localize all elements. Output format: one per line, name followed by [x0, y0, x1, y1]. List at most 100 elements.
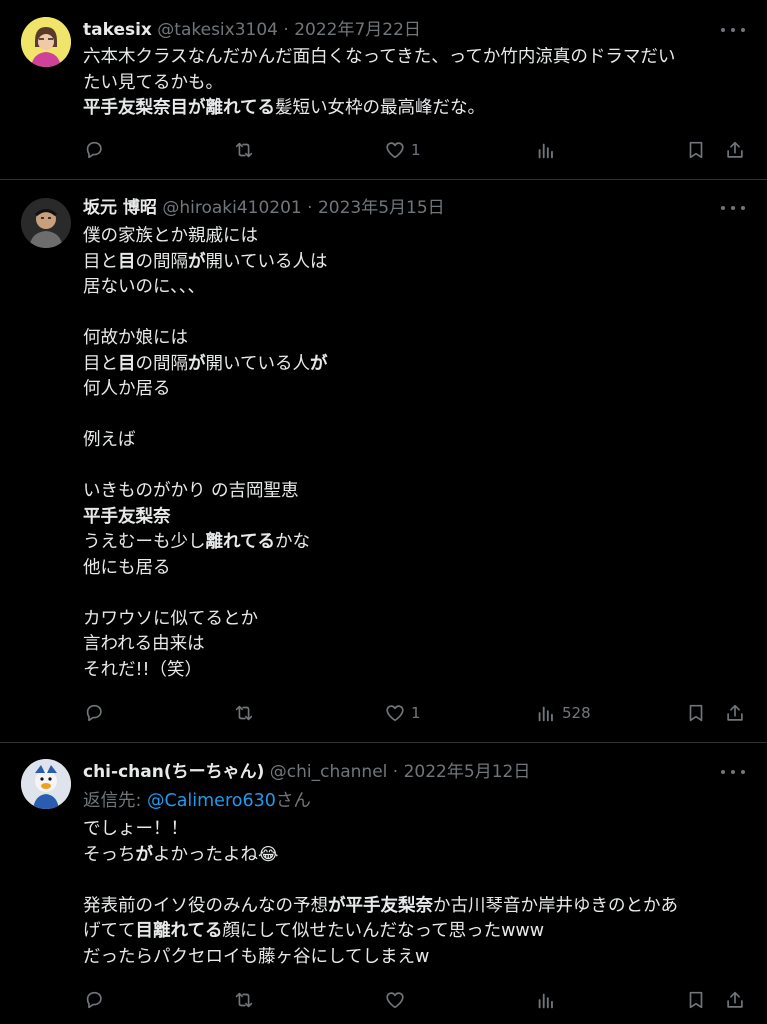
tweet[interactable]: 坂元 博昭 @hiroaki410201 · 2023年5月15日 僕の家族とか…	[0, 180, 767, 743]
views-button[interactable]	[535, 138, 557, 162]
reply-icon	[83, 989, 105, 1011]
tweet-text: でしょー！！ そっちがよかったよね😂 発表前のイソ役のみんなの予想が平手友梨奈か古川…	[83, 817, 745, 970]
bookmark-icon	[685, 702, 707, 724]
text-segment: 開いている人は	[205, 251, 328, 272]
bookmark-icon	[685, 139, 707, 161]
tweet-date[interactable]: 2023年5月15日	[318, 198, 445, 218]
user-handle[interactable]: @chi_channel	[270, 762, 388, 782]
views-button[interactable]: 528	[535, 701, 591, 725]
text-segment: 目と	[83, 353, 118, 374]
text-line: 何故か娘には	[83, 326, 745, 352]
like-button[interactable]: 1	[384, 138, 421, 162]
text-line: 六本木クラスなんだかんだ面白くなってきた、ってか竹内涼真のドラマだい	[83, 45, 745, 71]
avatar[interactable]	[21, 198, 71, 248]
heart-icon	[384, 989, 406, 1011]
user-handle[interactable]: @takesix3104	[157, 20, 278, 40]
share-icon	[724, 989, 746, 1011]
highlighted-text: 目離れてる	[135, 921, 223, 941]
text-line: でしょー！！	[83, 817, 745, 843]
text-segment: 居ないのに、、、	[83, 277, 205, 297]
text-segment: 言われる由来は	[83, 634, 205, 654]
more-icon[interactable]	[721, 764, 745, 780]
text-segment: でしょー！！	[83, 819, 188, 839]
text-segment: の間隔	[135, 353, 189, 374]
reply-to: 返信先: @Calimero630さん	[83, 791, 311, 811]
highlighted-text: が	[188, 251, 206, 272]
text-line: そっちがよかったよね😂	[83, 843, 745, 869]
highlighted-text: が平手友梨奈	[328, 895, 433, 916]
text-segment: よかったよね😂	[153, 844, 279, 865]
action-bar: 1 528	[83, 701, 745, 725]
like-button[interactable]: 1	[384, 701, 421, 725]
text-segment: 何故か娘には	[83, 328, 188, 348]
text-line: いきものがかり の吉岡聖恵	[83, 479, 745, 505]
highlighted-text: 平手友梨奈目が離れてる	[83, 98, 275, 118]
text-line: 言われる由来は	[83, 632, 745, 658]
bookmark-button[interactable]	[685, 138, 707, 162]
tweet-date[interactable]: 2022年5月12日	[404, 762, 531, 782]
user-handle[interactable]: @hiroaki410201	[162, 198, 301, 218]
highlighted-text: が	[309, 353, 328, 374]
text-segment: いきものがかり の吉岡聖恵	[83, 481, 299, 501]
bookmark-icon	[685, 989, 707, 1011]
text-segment: それだ!!（笑）	[83, 659, 203, 680]
tweet-text: 六本木クラスなんだかんだ面白くなってきた、ってか竹内涼真のドラマだい たい見てるか…	[83, 45, 745, 122]
text-segment: 目と	[83, 251, 118, 272]
text-line: 何人か居る	[83, 377, 745, 403]
tweet-text: 僕の家族とか親戚には 目と目の間隔が開いている人は 居ないのに、、、 何故か娘には 目と…	[83, 224, 745, 683]
retweet-icon	[233, 702, 255, 724]
avatar[interactable]	[21, 759, 71, 809]
bookmark-button[interactable]	[685, 988, 707, 1012]
avatar[interactable]	[21, 17, 71, 67]
highlighted-text: が	[188, 353, 206, 374]
retweet-icon	[233, 989, 255, 1011]
views-icon	[535, 989, 557, 1011]
more-icon[interactable]	[721, 200, 745, 216]
text-segment: か古川琴音か岸井ゆきのとかあ	[433, 895, 678, 916]
text-line: うえむーも少し離れてるかな	[83, 530, 745, 556]
reply-icon	[83, 702, 105, 724]
text-segment: 何人か居る	[83, 379, 171, 399]
text-line: 僕の家族とか親戚には	[83, 224, 745, 250]
like-button[interactable]	[384, 988, 406, 1012]
reply-to-handle[interactable]: @Calimero630	[147, 791, 276, 811]
text-segment: 僕の家族とか親戚には	[83, 226, 258, 246]
text-line: 発表前のイソ役のみんなの予想が平手友梨奈か古川琴音か岸井ゆきのとかあ	[83, 894, 745, 920]
share-button[interactable]	[724, 138, 746, 162]
more-icon[interactable]	[721, 22, 745, 38]
display-name[interactable]: takesix	[83, 20, 152, 40]
retweet-button[interactable]	[233, 701, 255, 725]
text-segment: だったらパクセロイも藤ヶ谷にしてしまえw	[83, 946, 430, 967]
share-icon	[724, 702, 746, 724]
text-line: それだ!!（笑）	[83, 658, 745, 684]
views-button[interactable]	[535, 988, 557, 1012]
tweet[interactable]: chi-chan(ちーちゃん) @chi_channel · 2022年5月12…	[0, 743, 767, 1024]
tweet[interactable]: takesix @takesix3104 · 2022年7月22日 六本木クラス…	[0, 0, 767, 180]
reply-button[interactable]	[83, 701, 105, 725]
retweet-button[interactable]	[233, 988, 255, 1012]
tweet-date[interactable]: 2022年7月22日	[294, 20, 421, 40]
text-line: 目と目の間隔が開いている人は	[83, 250, 745, 276]
text-segment: そっち	[83, 844, 136, 865]
display-name[interactable]: chi-chan(ちーちゃん)	[83, 762, 264, 782]
share-button[interactable]	[724, 988, 746, 1012]
share-button[interactable]	[724, 701, 746, 725]
text-segment: 発表前のイソ役のみんなの予想	[83, 895, 328, 916]
text-segment: かな	[274, 532, 310, 552]
highlighted-text: 目	[118, 353, 136, 374]
retweet-button[interactable]	[233, 138, 255, 162]
views-icon	[535, 702, 557, 724]
heart-icon	[384, 139, 406, 161]
share-icon	[724, 139, 746, 161]
highlighted-text: が	[135, 844, 154, 865]
reply-button[interactable]	[83, 988, 105, 1012]
reply-button[interactable]	[83, 138, 105, 162]
bookmark-button[interactable]	[685, 701, 707, 725]
text-line: 目と目の間隔が開いている人が	[83, 352, 745, 378]
heart-icon	[384, 702, 406, 724]
retweet-icon	[233, 139, 255, 161]
display-name[interactable]: 坂元 博昭	[83, 198, 157, 218]
tweet-header: 坂元 博昭 @hiroaki410201 · 2023年5月15日	[83, 198, 445, 218]
